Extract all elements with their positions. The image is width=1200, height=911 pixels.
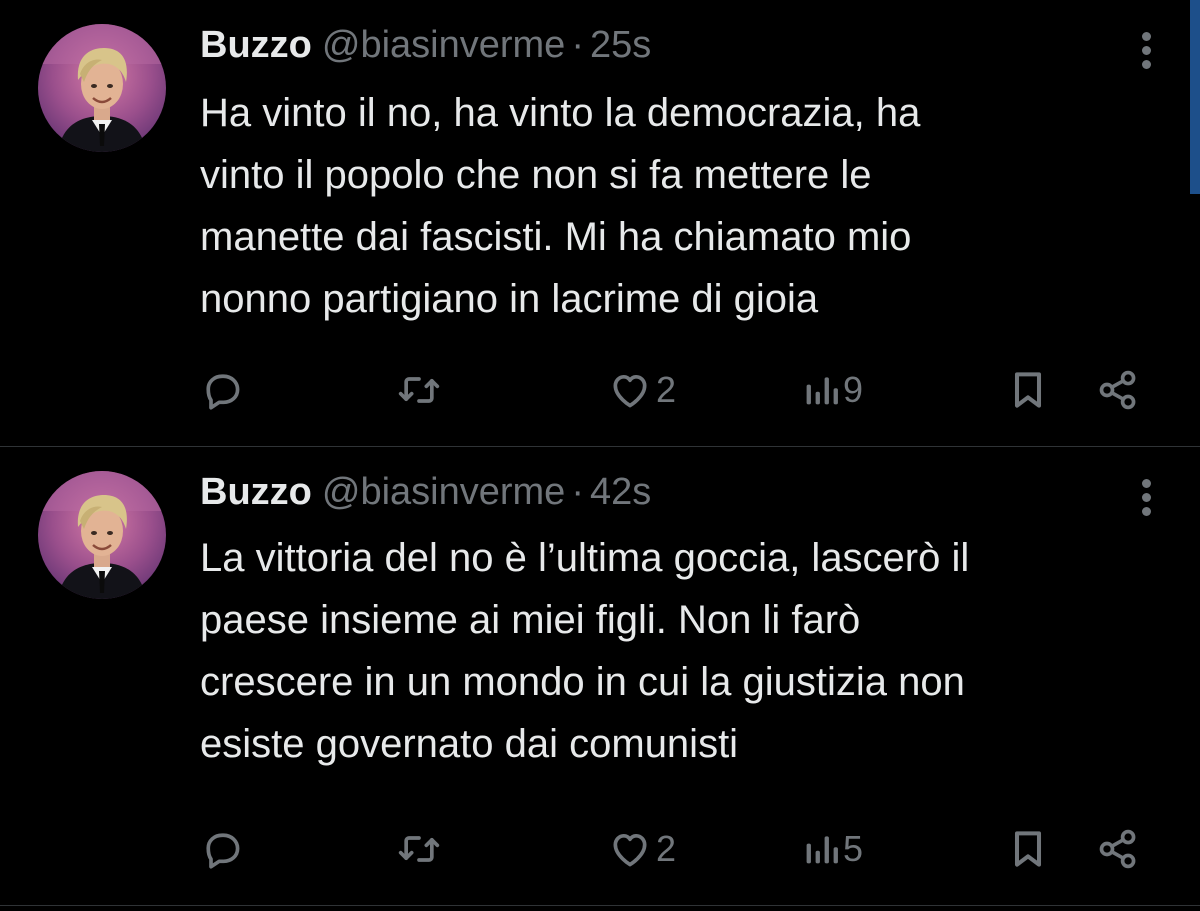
reply-button[interactable] [200, 360, 248, 420]
like-button[interactable]: 2 [608, 819, 676, 879]
retweet-icon [398, 836, 440, 862]
views-button[interactable]: 5 [803, 819, 863, 879]
share-button[interactable] [1096, 819, 1140, 879]
tweet[interactable]: Buzzo @biasinverme · 25s Ha vinto il no, ha… [0, 0, 1200, 446]
tweet-text: La vittoria del no è l’ultima goccia, la… [200, 536, 970, 766]
views-button[interactable]: 9 [803, 360, 863, 420]
reply-button[interactable] [200, 819, 248, 879]
separator-dot: · [571, 471, 584, 513]
avatar[interactable] [38, 471, 166, 599]
like-count: 2 [656, 828, 677, 869]
author-handle[interactable]: @biasinverme [322, 471, 565, 513]
like-button[interactable]: 2 [608, 360, 676, 420]
tweet-header: Buzzo @biasinverme · 42s [200, 465, 651, 517]
author-name[interactable]: Buzzo [200, 24, 312, 66]
reply-icon [206, 833, 240, 869]
share-button[interactable] [1096, 360, 1140, 420]
heart-icon [613, 374, 647, 408]
tweet-header: Buzzo @biasinverme · 25s [200, 18, 651, 70]
retweet-icon [398, 377, 440, 403]
analytics-icon [806, 377, 838, 405]
bookmark-icon [1014, 831, 1042, 867]
bookmark-button[interactable] [1006, 360, 1050, 420]
tweet-actions: 2 9 [0, 360, 1200, 420]
more-vertical-icon[interactable] [1140, 475, 1154, 519]
share-icon [1099, 829, 1136, 869]
like-count: 2 [656, 369, 677, 410]
divider [0, 905, 1200, 906]
author-name[interactable]: Buzzo [200, 471, 312, 513]
bookmark-icon [1014, 372, 1042, 408]
separator-dot: · [571, 24, 584, 66]
author-handle[interactable]: @biasinverme [322, 24, 565, 66]
more-vertical-icon[interactable] [1140, 28, 1154, 72]
reply-icon [206, 374, 240, 410]
tweet[interactable]: Buzzo @biasinverme · 42s La vittoria del no… [0, 447, 1200, 905]
share-icon [1099, 370, 1136, 410]
tweet-timestamp[interactable]: 42s [590, 471, 651, 513]
retweet-button[interactable] [395, 819, 447, 879]
tweet-timestamp[interactable]: 25s [590, 24, 651, 66]
heart-icon [613, 833, 647, 867]
analytics-icon [806, 836, 838, 864]
bookmark-button[interactable] [1006, 819, 1050, 879]
timeline-feed: Buzzo @biasinverme · 25s Ha vinto il no, ha… [0, 0, 1200, 911]
views-count: 9 [843, 369, 864, 410]
tweet-text: Ha vinto il no, ha vinto la democrazia, … [200, 91, 921, 321]
retweet-button[interactable] [395, 360, 447, 420]
avatar[interactable] [38, 24, 166, 152]
tweet-actions: 2 5 [0, 819, 1200, 879]
views-count: 5 [843, 828, 864, 869]
